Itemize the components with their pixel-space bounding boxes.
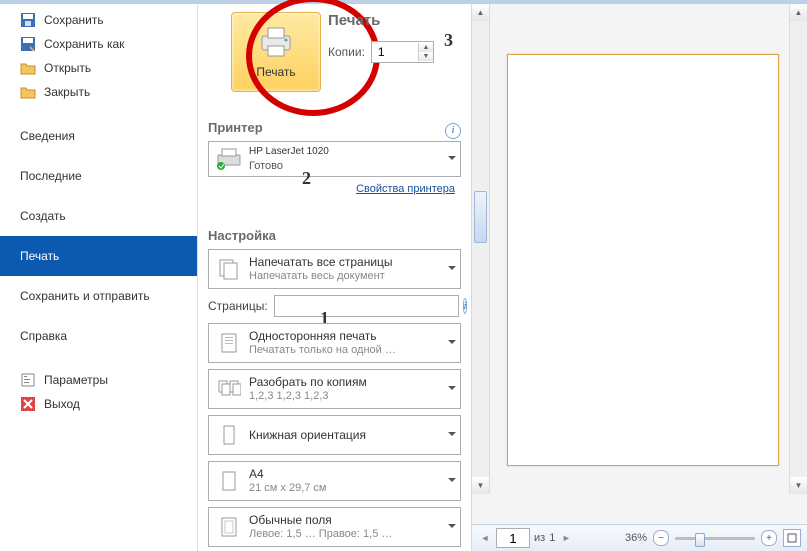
spin-up-icon[interactable]: ▲ [418,43,433,52]
sidebar-item-print[interactable]: Печать [0,236,197,276]
annotation-2: 2 [302,168,311,189]
info-icon[interactable]: i [445,123,461,139]
exit-icon [20,396,36,412]
print-button[interactable]: Печать [231,12,321,92]
sidebar-item-new[interactable]: Создать [0,196,197,236]
zoom-slider-thumb[interactable] [695,533,705,547]
printer-status: Готово [249,159,329,173]
sidebar-label: Выход [44,397,80,411]
copies-label: Копии: [328,45,365,59]
chevron-down-icon [448,524,456,532]
page-sep-label: из [534,532,545,544]
paper-icon [215,467,243,495]
scroll-up-icon[interactable]: ▲ [790,4,807,21]
sidebar-item-help[interactable]: Справка [0,316,197,356]
chevron-down-icon [448,432,456,440]
backstage-view: Сохранить Сохранить как Открыть Закрыть … [0,4,807,551]
scroll-up-icon[interactable]: ▲ [472,4,489,21]
portrait-icon [215,421,243,449]
sidebar-item-close[interactable]: Закрыть [0,80,197,104]
margins-icon [215,513,243,541]
pages-input[interactable] [274,295,459,317]
chevron-down-icon [448,340,456,348]
backstage-sidebar: Сохранить Сохранить как Открыть Закрыть … [0,4,198,551]
sidebar-item-save-as[interactable]: Сохранить как [0,32,197,56]
sidebar-item-save[interactable]: Сохранить [0,8,197,32]
print-settings-panel: Печать Печать Копии: ▲▼ 3 [198,4,471,551]
app-window: Сохранить Сохранить как Открыть Закрыть … [0,0,807,551]
scroll-down-icon[interactable]: ▼ [472,477,489,494]
fit-to-page-button[interactable] [783,529,801,547]
print-scope-dropdown[interactable]: Напечатать все страницыНапечатать весь д… [208,249,461,289]
prev-page-button[interactable]: ◄ [478,531,492,545]
printer-dropdown[interactable]: HP LaserJet 1020 Готово [208,141,461,177]
paper-size-dropdown[interactable]: A421 см x 29,7 см [208,461,461,501]
margins-dropdown[interactable]: Обычные поляЛевое: 1,5 … Правое: 1,5 … [208,507,461,547]
chevron-down-icon [448,478,456,486]
sidebar-label: Сохранить [44,13,104,27]
print-preview-panel: ▲ ▼ ▲ ▼ ◄ из 1 ► 36% − [471,4,807,551]
printer-small-icon [215,145,243,173]
sidebar-item-save-send[interactable]: Сохранить и отправить [0,276,197,316]
page-number-input[interactable] [496,528,530,548]
chevron-down-icon [448,266,456,274]
sidebar-label: Параметры [44,373,108,387]
collate-dropdown[interactable]: Разобрать по копиям1,2,3 1,2,3 1,2,3 [208,369,461,409]
spin-down-icon[interactable]: ▼ [418,52,433,61]
collate-icon [215,375,243,403]
printer-name: HP LaserJet 1020 [249,145,329,159]
print-header-title: Печать [328,12,434,29]
save-icon [20,12,36,28]
settings-section-title: Настройка [208,228,461,243]
sidebar-item-options[interactable]: Параметры [0,368,197,392]
sides-dropdown[interactable]: Односторонняя печатьПечатать только на о… [208,323,461,363]
all-pages-icon [215,255,243,283]
zoom-out-button[interactable]: − [653,530,669,546]
sidebar-label: Закрыть [44,85,90,99]
chevron-down-icon [448,156,456,164]
page-total-label: 1 [549,532,555,544]
sidebar-item-open[interactable]: Открыть [0,56,197,80]
print-button-label: Печать [256,65,295,79]
folder-close-icon [20,84,36,100]
save-as-icon [20,36,36,52]
info-icon[interactable]: i [463,298,468,314]
sidebar-item-info[interactable]: Сведения [0,116,197,156]
printer-section-title: Принтер [208,120,263,135]
printer-icon [258,26,294,61]
scroll-down-icon[interactable]: ▼ [790,477,807,494]
preview-scrollbar[interactable]: ▲ ▼ [789,4,807,494]
options-icon [20,372,36,388]
annotation-3: 3 [444,30,453,51]
preview-status-bar: ◄ из 1 ► 36% − + [472,524,807,551]
zoom-percent-label[interactable]: 36% [625,532,647,544]
sidebar-item-exit[interactable]: Выход [0,392,197,416]
next-page-button[interactable]: ► [559,531,573,545]
scroll-thumb[interactable] [474,191,487,243]
zoom-slider[interactable] [675,537,755,540]
zoom-in-button[interactable]: + [761,530,777,546]
copies-spinner[interactable]: ▲▼ [371,41,434,63]
orientation-dropdown[interactable]: Книжная ориентация [208,415,461,455]
printer-properties-link[interactable]: Свойства принтера [208,183,455,195]
page-preview [507,54,779,466]
pages-label: Страницы: [208,299,268,313]
sidebar-label: Открыть [44,61,91,75]
chevron-down-icon [448,386,456,394]
sidebar-label: Сохранить как [44,37,124,51]
settings-scrollbar[interactable]: ▲ ▼ [472,4,490,494]
sidebar-item-recent[interactable]: Последние [0,156,197,196]
copies-input[interactable] [372,44,418,60]
folder-open-icon [20,60,36,76]
one-side-icon [215,329,243,357]
